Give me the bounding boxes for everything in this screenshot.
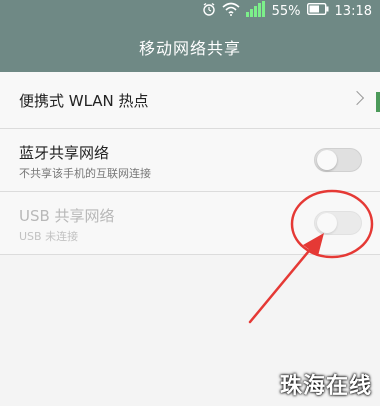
bluetooth-tethering-title: 蓝牙共享网络 [19, 144, 110, 162]
status-icons: 55% 13:18 [202, 1, 372, 21]
toggle-knob [317, 213, 337, 233]
wlan-hotspot-title: 便携式 WLAN 热点 [19, 92, 149, 110]
alarm-icon [202, 2, 216, 20]
battery-percent: 55% [271, 3, 301, 19]
app-bar: 移动网络共享 [0, 22, 380, 72]
usb-tethering-toggle[interactable] [314, 211, 362, 235]
watermark: 珠海在线 [279, 374, 372, 399]
wlan-hotspot-item[interactable]: 便携式 WLAN 热点 [0, 72, 380, 129]
toggle-knob [317, 150, 337, 170]
usb-tethering-subtitle: USB 未连接 [19, 230, 79, 243]
wifi-icon [222, 2, 240, 20]
bluetooth-tethering-toggle[interactable] [314, 148, 362, 172]
edge-strip [376, 92, 380, 112]
battery-icon [306, 2, 329, 19]
usb-tethering-title: USB 共享网络 [19, 207, 115, 225]
chevron-right-icon [349, 90, 365, 106]
page-title: 移动网络共享 [138, 39, 241, 58]
usb-tethering-item: USB 共享网络 USB 未连接 [0, 192, 380, 255]
clock: 13:18 [334, 3, 372, 19]
settings-list: 便携式 WLAN 热点 蓝牙共享网络 不共享该手机的互联网连接 USB 共享网络… [0, 72, 380, 255]
bluetooth-tethering-subtitle: 不共享该手机的互联网连接 [19, 167, 151, 180]
signal-icon [245, 1, 266, 21]
bluetooth-tethering-item[interactable]: 蓝牙共享网络 不共享该手机的互联网连接 [0, 129, 380, 192]
status-bar: 55% 13:18 [0, 0, 380, 22]
